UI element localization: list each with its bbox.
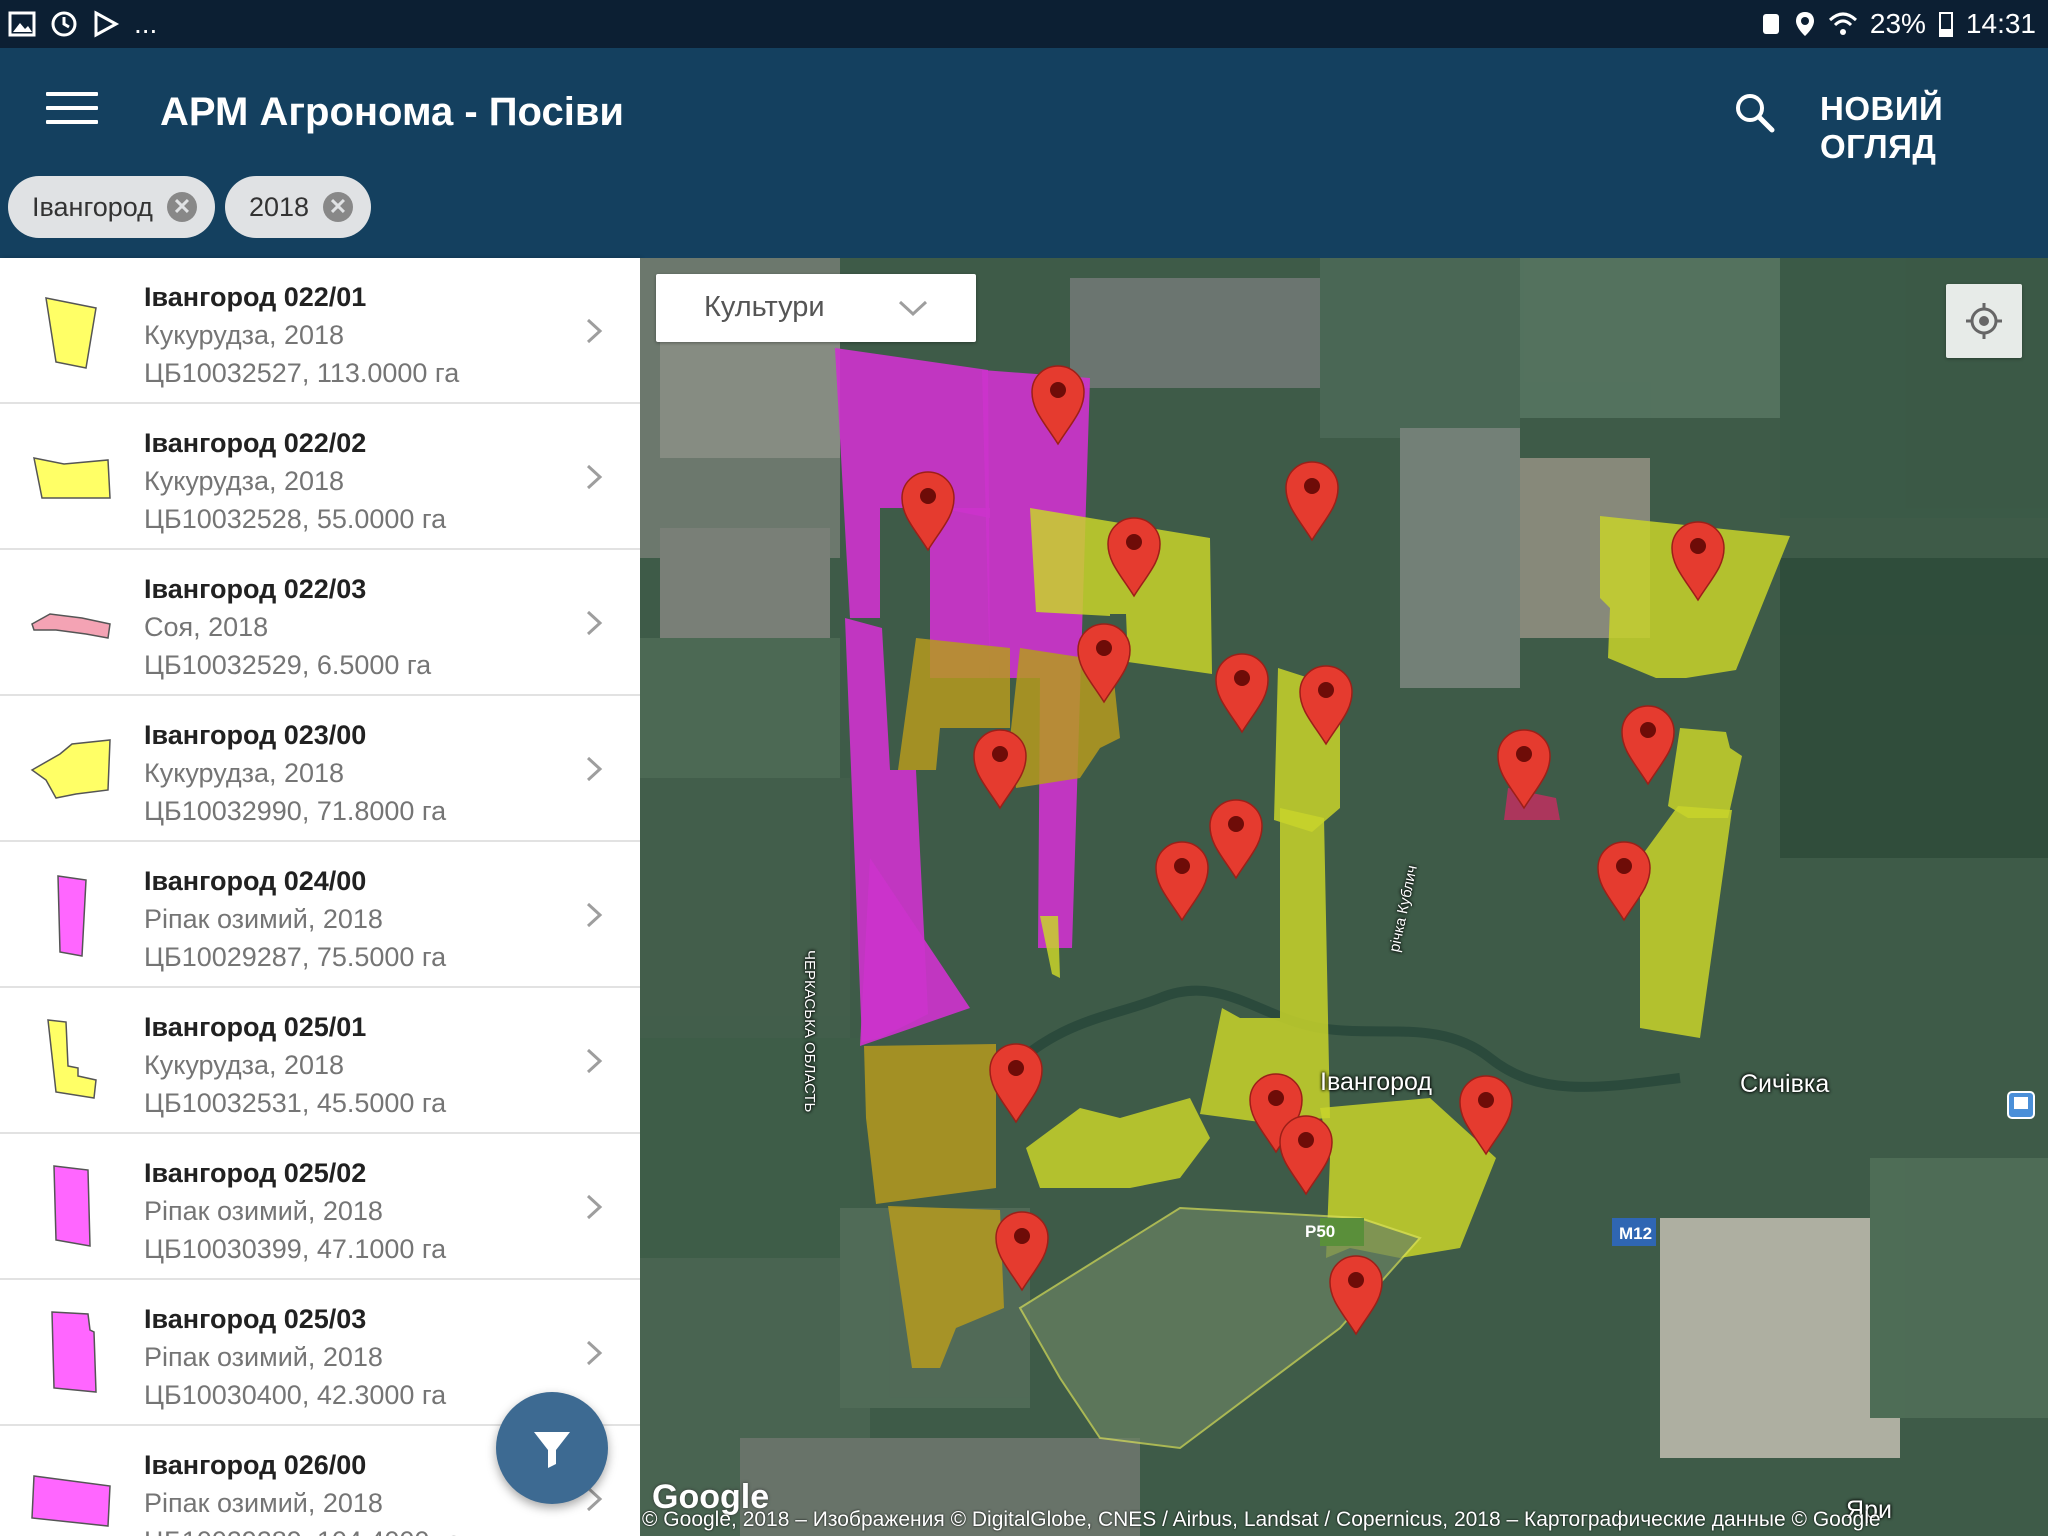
list-item[interactable]: Івангород 023/00 Кукурудза, 2018 ЦБ1003299… <box>0 696 640 842</box>
field-crop: Соя, 2018 <box>144 612 269 642</box>
map-attribution: © Google, 2018 – Изображения © DigitalGl… <box>642 1508 1881 1531</box>
chevron-right-icon <box>586 902 603 928</box>
field-code: ЦБ10032529, 6.5000 га <box>144 650 432 680</box>
sync-notification-icon <box>51 11 77 37</box>
field-crop: Кукурудза, 2018 <box>144 466 345 496</box>
field-code: ЦБ10032990, 71.8000 га <box>144 796 447 826</box>
filter-chip-label: 2018 <box>248 191 310 222</box>
list-item[interactable]: Івангород 022/02 Кукурудза, 2018 ЦБ1003252… <box>0 404 640 550</box>
crops-dropdown[interactable]: Культури <box>656 274 976 342</box>
field-shape-thumbnail <box>31 1475 111 1527</box>
field-crop: Кукурудза, 2018 <box>144 758 345 788</box>
chevron-right-icon <box>586 610 603 636</box>
field-code: ЦБ10030400, 42.3000 га <box>144 1380 447 1410</box>
list-item[interactable]: Івангород 022/01 Кукурудза, 2018 ЦБ1003252… <box>0 258 640 404</box>
field-crop: Ріпак озимий, 2018 <box>144 1342 383 1372</box>
transit-icon <box>2007 1091 2035 1119</box>
filter-chips: Івангород ✕ 2018 ✕ <box>8 176 372 238</box>
field-corn-dark <box>864 1044 996 1204</box>
app-bar: АРМ Агронома - Посіви НОВИЙ ОГЛЯД Іванго… <box>0 48 2048 258</box>
field-crop: Кукурудза, 2018 <box>144 320 345 350</box>
field-name: Івангород 022/03 <box>144 574 367 604</box>
field-shape-thumbnail <box>45 297 97 369</box>
field-code: ЦБ10032527, 113.0000 га <box>144 358 460 388</box>
status-bar: ... 23% 14:31 <box>0 0 2048 48</box>
chevron-right-icon <box>586 1340 603 1366</box>
list-item[interactable]: Івангород 025/02 Ріпак озимий, 2018 ЦБ1003… <box>0 1134 640 1280</box>
chevron-right-icon <box>586 756 603 782</box>
overflow-notifications: ... <box>134 8 158 39</box>
field-name: Івангород 022/01 <box>144 282 367 312</box>
filter-chip-label: Івангород <box>32 191 153 222</box>
map-label-village: Івангород <box>1320 1068 1432 1096</box>
field-shape-thumbnail <box>31 613 111 639</box>
field-code: ЦБ10032531, 45.5000 га <box>144 1088 447 1118</box>
wifi-icon <box>1828 12 1857 35</box>
field-name: Івангород 025/02 <box>144 1158 367 1188</box>
field-code: ЦБ10029287, 75.5000 га <box>144 942 447 972</box>
filter-button[interactable] <box>496 1392 608 1504</box>
alarm-icon <box>1762 14 1779 34</box>
field-name: Івангород 025/03 <box>144 1304 367 1334</box>
chevron-right-icon <box>586 1048 603 1074</box>
field-name: Івангород 024/00 <box>144 866 367 896</box>
field-list: Івангород 022/01 Кукурудза, 2018 ЦБ1003252… <box>0 258 640 1536</box>
field-shape-thumbnail <box>30 739 111 799</box>
page-title: АРМ Агронома - Посіви <box>160 90 625 134</box>
field-shape-thumbnail <box>57 875 87 957</box>
location-icon <box>1795 12 1814 36</box>
field-name: Івангород 026/00 <box>144 1450 367 1480</box>
field-crop: Ріпак озимий, 2018 <box>144 904 383 934</box>
field-crop: Ріпак озимий, 2018 <box>144 1488 383 1518</box>
new-review-button[interactable]: НОВИЙ ОГЛЯД <box>1820 90 2048 166</box>
my-location-button[interactable] <box>1946 284 2022 358</box>
field-code: ЦБ10029289, 104.4000 га <box>144 1522 461 1536</box>
satellite-map[interactable] <box>640 258 2048 1536</box>
battery-icon <box>1938 12 1953 37</box>
field-name: Івангород 022/02 <box>144 428 367 458</box>
field-shape-thumbnail <box>51 1311 97 1393</box>
crosshair-icon <box>1966 303 2002 339</box>
field-shape-thumbnail <box>33 457 111 499</box>
list-item[interactable]: Івангород 022/03 Соя, 2018 ЦБ10032529, 6.5… <box>0 550 640 696</box>
image-notification-icon <box>8 11 36 37</box>
list-item[interactable]: Івангород 024/00 Ріпак озимий, 2018 ЦБ1002… <box>0 842 640 988</box>
list-item[interactable]: Івангород 025/01 Кукурудза, 2018 ЦБ1003253… <box>0 988 640 1134</box>
field-crop: Ріпак озимий, 2018 <box>144 1196 383 1226</box>
field-crop: Кукурудза, 2018 <box>144 1050 345 1080</box>
map-label-region: ЧЕРКАСЬКА ОБЛАСТЬ <box>801 950 818 1113</box>
crops-dropdown-label: Культури <box>704 291 825 323</box>
filter-chip-location[interactable]: Івангород ✕ <box>8 176 215 238</box>
chevron-right-icon <box>586 318 603 344</box>
battery-percent: 23% <box>1869 8 1926 39</box>
field-code: ЦБ10032528, 55.0000 га <box>144 504 447 534</box>
field-name: Івангород 025/01 <box>144 1012 367 1042</box>
clock: 14:31 <box>1965 8 2036 39</box>
field-code: ЦБ10030399, 47.1000 га <box>144 1234 447 1264</box>
road-badge-label: M12 <box>1619 1224 1653 1243</box>
play-store-notification-icon <box>94 10 120 38</box>
field-name: Івангород 023/00 <box>144 720 367 750</box>
search-icon[interactable] <box>1730 88 1778 136</box>
remove-chip-icon[interactable]: ✕ <box>166 192 197 222</box>
hamburger-menu-icon[interactable] <box>46 92 98 132</box>
filter-chip-year[interactable]: 2018 ✕ <box>224 176 372 238</box>
chevron-right-icon <box>586 464 603 490</box>
road-badge-label: P50 <box>1305 1222 1336 1241</box>
field-shape-thumbnail <box>47 1019 97 1099</box>
chevron-down-icon <box>898 300 928 317</box>
chevron-right-icon <box>586 1194 603 1220</box>
remove-chip-icon[interactable]: ✕ <box>323 192 354 222</box>
filter-funnel-icon <box>534 1432 570 1468</box>
map-label-village: Сичівка <box>1740 1070 1830 1098</box>
field-shape-thumbnail <box>53 1165 91 1247</box>
